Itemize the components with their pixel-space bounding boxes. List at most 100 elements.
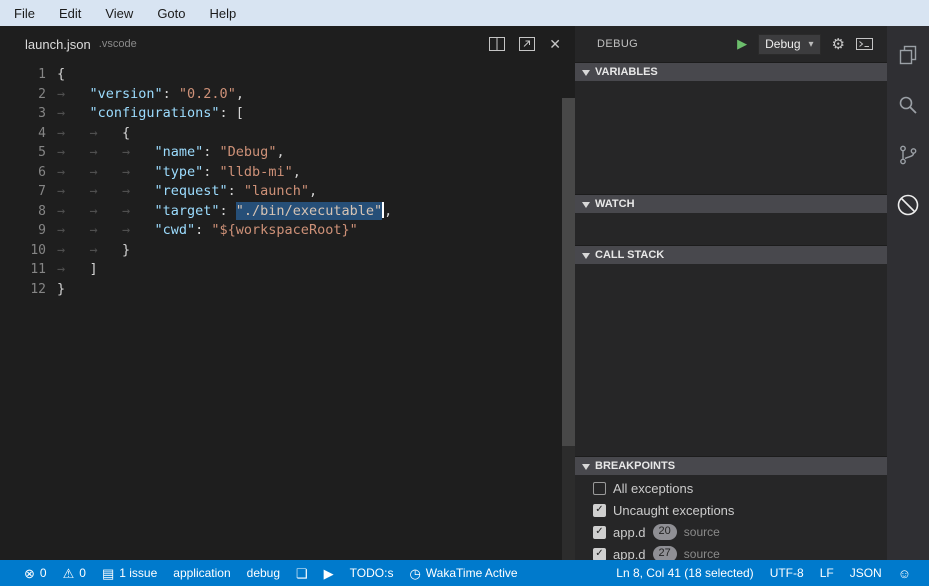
breakpoint-checkbox[interactable] [593, 526, 606, 539]
line-number[interactable]: 7 [0, 182, 46, 202]
debug-icon[interactable] [894, 191, 922, 219]
status-0[interactable]: ⚠0 [55, 560, 94, 586]
issues-icon: ▤ [102, 567, 114, 580]
split-editor-icon[interactable] [489, 37, 505, 51]
breakpoint-checkbox[interactable] [593, 504, 606, 517]
status-label: 1 issue [119, 566, 157, 580]
line-number[interactable]: 2 [0, 85, 46, 105]
breakpoint-label: Uncaught exceptions [613, 503, 734, 518]
start-debug-button[interactable]: ▶ [737, 36, 747, 52]
status-book-icon[interactable]: ❏ [288, 560, 316, 586]
menu-item-view[interactable]: View [93, 0, 145, 26]
editor-group: launch.json .vscode ✕ 1{2→"version": "0.… [0, 26, 575, 560]
section-header-call-stack[interactable]: CALL STACK [575, 245, 887, 264]
line-number[interactable]: 6 [0, 163, 46, 183]
code-line[interactable]: 6→→→"type": "lldb-mi", [0, 163, 575, 183]
line-number[interactable]: 12 [0, 280, 46, 300]
editor-scrollbar[interactable] [562, 98, 575, 560]
section-header-watch[interactable]: WATCH [575, 194, 887, 213]
clock-icon: ◷ [409, 567, 420, 580]
main-area: launch.json .vscode ✕ 1{2→"version": "0.… [0, 26, 929, 560]
watch-panel[interactable] [575, 213, 887, 245]
code-line[interactable]: 1{ [0, 65, 575, 85]
menu-item-file[interactable]: File [2, 0, 47, 26]
status-utf-8[interactable]: UTF-8 [762, 560, 812, 586]
status-0[interactable]: ⊗0 [16, 560, 55, 586]
breakpoint-row[interactable]: app.d 27 source [575, 543, 887, 560]
status-play-icon[interactable]: ▶ [316, 560, 342, 586]
status-json[interactable]: JSON [842, 560, 890, 586]
breakpoint-row[interactable]: app.d20source [575, 521, 887, 543]
code-line[interactable]: 12} [0, 280, 575, 300]
breakpoint-detail: source [684, 547, 720, 560]
status-debug[interactable]: debug [239, 560, 288, 586]
breakpoint-line-badge: 20 [653, 524, 677, 539]
code-lines: 1{2→"version": "0.2.0",3→"configurations… [0, 65, 575, 299]
collapse-triangle-icon [582, 464, 590, 470]
breakpoint-row[interactable]: Uncaught exceptions [575, 499, 887, 521]
menu-bar: FileEditViewGotoHelp [0, 0, 929, 26]
code-editor[interactable]: 1{2→"version": "0.2.0",3→"configurations… [0, 62, 575, 560]
menu-item-goto[interactable]: Goto [145, 0, 197, 26]
line-number[interactable]: 3 [0, 104, 46, 124]
breakpoint-line-badge: 27 [653, 546, 677, 560]
status-label: application [173, 566, 230, 580]
scrollbar-slider[interactable] [562, 98, 575, 446]
code-line[interactable]: 7→→→"request": "launch", [0, 182, 575, 202]
status-smiley-icon[interactable]: ☺ [890, 560, 919, 586]
code-line[interactable]: 10→→} [0, 241, 575, 261]
line-number[interactable]: 1 [0, 65, 46, 85]
code-line[interactable]: 8→→→"target": "./bin/executable", [0, 202, 575, 222]
error-icon: ⊗ [24, 567, 35, 580]
status-lf[interactable]: LF [812, 560, 842, 586]
collapse-triangle-icon [582, 253, 590, 259]
status-label: UTF-8 [770, 566, 804, 580]
open-preview-icon[interactable] [519, 37, 535, 51]
section-header-breakpoints[interactable]: BREAKPOINTS [575, 456, 887, 475]
status-todo-s[interactable]: TODO:s [342, 560, 402, 586]
breakpoint-checkbox[interactable] [593, 482, 606, 495]
editor-tab-title[interactable]: launch.json [25, 37, 91, 52]
chevron-down-icon: ▾ [809, 39, 814, 50]
breakpoint-row[interactable]: All exceptions [575, 477, 887, 499]
breakpoint-label: app.d [613, 547, 646, 561]
line-number[interactable]: 9 [0, 221, 46, 241]
gear-icon[interactable]: ⚙ [832, 35, 845, 53]
status-label: TODO:s [350, 566, 394, 580]
line-number[interactable]: 10 [0, 241, 46, 261]
line-number[interactable]: 5 [0, 143, 46, 163]
status-application[interactable]: application [165, 560, 238, 586]
variables-panel[interactable] [575, 81, 887, 194]
menu-item-help[interactable]: Help [198, 0, 249, 26]
code-line[interactable]: 11→] [0, 260, 575, 280]
status-label: 0 [40, 566, 47, 580]
editor-title-bar: launch.json .vscode ✕ [0, 26, 575, 62]
close-icon[interactable]: ✕ [549, 37, 561, 51]
git-icon[interactable] [894, 141, 922, 169]
line-number[interactable]: 4 [0, 124, 46, 144]
breakpoint-checkbox[interactable] [593, 548, 606, 561]
search-icon[interactable] [894, 91, 922, 119]
status-wakatime-active[interactable]: ◷WakaTime Active [401, 560, 525, 586]
line-number[interactable]: 11 [0, 260, 46, 280]
code-line[interactable]: 2→"version": "0.2.0", [0, 85, 575, 105]
debug-config-select[interactable]: Debug ▾ [758, 34, 820, 55]
debug-console-icon[interactable] [856, 37, 873, 51]
code-line[interactable]: 5→→→"name": "Debug", [0, 143, 575, 163]
breakpoint-detail: source [684, 525, 720, 539]
menu-item-edit[interactable]: Edit [47, 0, 93, 26]
play-icon: ▶ [324, 567, 334, 580]
code-line[interactable]: 3→"configurations": [ [0, 104, 575, 124]
debug-toolbar: ▶ Debug ▾ ⚙ [737, 34, 873, 55]
line-number[interactable]: 8 [0, 202, 46, 222]
section-header-variables[interactable]: VARIABLES [575, 62, 887, 81]
call-stack-panel[interactable] [575, 264, 887, 456]
status-ln-8-col-41-18-selected[interactable]: Ln 8, Col 41 (18 selected) [608, 560, 761, 586]
breakpoint-label: All exceptions [613, 481, 693, 496]
status-label: JSON [850, 566, 882, 580]
code-line[interactable]: 4→→{ [0, 124, 575, 144]
files-icon[interactable] [894, 41, 922, 69]
vscode-window: FileEditViewGotoHelp launch.json .vscode… [0, 0, 929, 586]
code-line[interactable]: 9→→→"cwd": "${workspaceRoot}" [0, 221, 575, 241]
status-1-issue[interactable]: ▤ 1 issue [94, 560, 165, 586]
